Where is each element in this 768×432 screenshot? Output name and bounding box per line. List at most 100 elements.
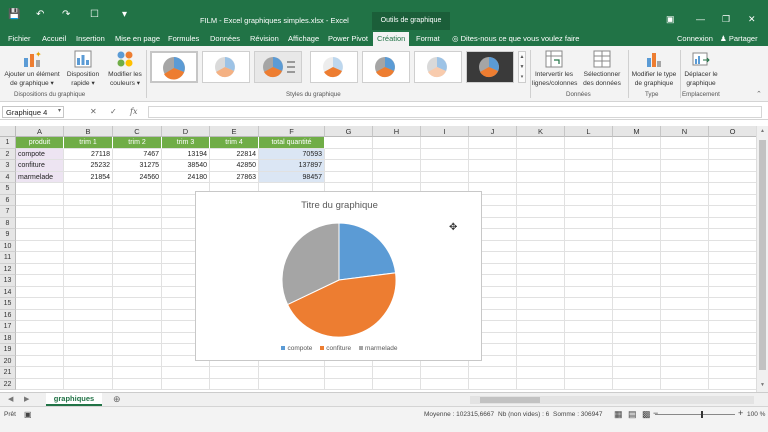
table-value-cell[interactable]: 21854 — [64, 171, 113, 183]
cell[interactable] — [373, 171, 421, 183]
row-header[interactable]: 11 — [0, 252, 16, 264]
cell[interactable] — [661, 275, 709, 287]
cell[interactable] — [469, 378, 517, 390]
select-all-corner[interactable] — [0, 126, 16, 137]
zoom-out-button[interactable]: − — [653, 408, 658, 418]
switch-row-column-button[interactable]: Intervertir les lignes/colonnes — [532, 50, 577, 88]
cell[interactable] — [64, 217, 113, 229]
cell[interactable] — [421, 171, 469, 183]
cell[interactable] — [517, 252, 565, 264]
cell[interactable] — [64, 332, 113, 344]
page-layout-view-icon[interactable]: ▤ — [628, 409, 637, 420]
cell[interactable] — [373, 160, 421, 172]
cell[interactable] — [661, 229, 709, 241]
table-label-cell[interactable]: marmelade — [16, 171, 64, 183]
pie-slice-compote[interactable] — [338, 222, 397, 281]
cell[interactable] — [517, 367, 565, 379]
cell[interactable] — [613, 344, 661, 356]
cell[interactable] — [517, 355, 565, 367]
chart-style-4[interactable] — [310, 51, 358, 83]
cell[interactable] — [565, 240, 613, 252]
table-value-cell[interactable]: 22814 — [210, 148, 259, 160]
zoom-slider-thumb[interactable] — [701, 411, 703, 418]
cell[interactable] — [16, 355, 64, 367]
cell[interactable] — [421, 367, 469, 379]
cell[interactable] — [661, 298, 709, 310]
cell[interactable] — [565, 309, 613, 321]
maximize-icon[interactable]: ❐ — [722, 14, 730, 25]
column-header[interactable]: G — [325, 126, 373, 137]
cell[interactable] — [113, 298, 162, 310]
cell[interactable] — [16, 286, 64, 298]
cell[interactable] — [113, 183, 162, 195]
cell[interactable] — [16, 217, 64, 229]
print-preview-icon[interactable]: ☐ — [90, 9, 99, 20]
cell[interactable] — [709, 148, 757, 160]
scroll-down-icon[interactable]: ▼ — [760, 382, 765, 388]
cell[interactable] — [162, 367, 210, 379]
cell[interactable] — [565, 137, 613, 149]
cell[interactable] — [613, 194, 661, 206]
cell[interactable] — [517, 137, 565, 149]
cell[interactable] — [565, 160, 613, 172]
cell[interactable] — [661, 367, 709, 379]
cell[interactable] — [113, 367, 162, 379]
chart-style-3[interactable] — [254, 51, 302, 83]
tab-power-pivot[interactable]: Power Pivot — [328, 34, 368, 43]
cell[interactable] — [325, 148, 373, 160]
tab-mise-en-page[interactable]: Mise en page — [115, 34, 160, 43]
tab-fichier[interactable]: Fichier — [8, 34, 31, 43]
select-data-button[interactable]: Sélectionner des données — [578, 50, 626, 88]
cell[interactable] — [709, 344, 757, 356]
row-header[interactable]: 8 — [0, 217, 16, 229]
cell[interactable] — [517, 275, 565, 287]
cell[interactable] — [373, 148, 421, 160]
table-value-cell[interactable]: 70593 — [259, 148, 325, 160]
confirm-icon[interactable]: ✓ — [110, 107, 117, 116]
cell[interactable] — [613, 229, 661, 241]
vertical-scrollbar[interactable]: ▲ ▼ — [756, 126, 768, 392]
column-header[interactable]: O — [709, 126, 757, 137]
cell[interactable] — [64, 321, 113, 333]
cell[interactable] — [64, 229, 113, 241]
cell[interactable] — [709, 240, 757, 252]
sign-in-link[interactable]: Connexion — [677, 34, 713, 43]
cell[interactable] — [469, 148, 517, 160]
customize-icon[interactable]: ▾ — [122, 9, 127, 20]
table-label-cell[interactable]: compote — [16, 148, 64, 160]
cell[interactable] — [613, 378, 661, 390]
row-header[interactable]: 12 — [0, 263, 16, 275]
cell[interactable] — [517, 229, 565, 241]
cell[interactable] — [613, 240, 661, 252]
cell[interactable] — [661, 321, 709, 333]
row-header[interactable]: 21 — [0, 367, 16, 379]
column-header[interactable]: L — [565, 126, 613, 137]
cell[interactable] — [661, 194, 709, 206]
cell[interactable] — [613, 298, 661, 310]
cell[interactable] — [613, 137, 661, 149]
cell[interactable] — [565, 367, 613, 379]
close-icon[interactable]: ✕ — [748, 14, 756, 25]
pie-plot-area[interactable] — [196, 210, 483, 350]
column-header[interactable]: M — [613, 126, 661, 137]
table-value-cell[interactable]: 24560 — [113, 171, 162, 183]
chart-style-5[interactable] — [362, 51, 410, 83]
cell[interactable] — [613, 332, 661, 344]
cell[interactable] — [565, 217, 613, 229]
tab-donnees[interactable]: Données — [210, 34, 240, 43]
quick-layout-button[interactable]: Disposition rapide ▾ — [62, 50, 104, 88]
tab-revision[interactable]: Révision — [250, 34, 279, 43]
row-header[interactable]: 20 — [0, 355, 16, 367]
cell[interactable] — [113, 355, 162, 367]
cell[interactable] — [613, 148, 661, 160]
table-header-cell[interactable]: trim 3 — [162, 137, 210, 149]
cell[interactable] — [613, 286, 661, 298]
change-chart-type-button[interactable]: Modifier le type de graphique — [628, 50, 680, 88]
column-header[interactable]: A — [16, 126, 64, 137]
column-header[interactable]: D — [162, 126, 210, 137]
cell[interactable] — [709, 309, 757, 321]
ribbon-options-icon[interactable]: ▣ — [666, 14, 675, 25]
cell[interactable] — [709, 263, 757, 275]
cell[interactable] — [113, 217, 162, 229]
cell[interactable] — [565, 286, 613, 298]
